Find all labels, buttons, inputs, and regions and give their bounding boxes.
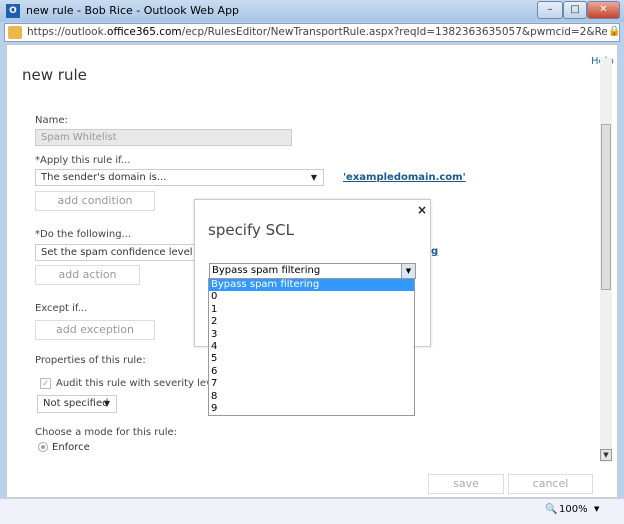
name-input[interactable]: Spam Whitelist — [35, 129, 292, 146]
audit-label: Audit this rule with severity level: — [56, 378, 225, 389]
address-bar[interactable]: https://outlook.office365.com/ecp/RulesE… — [4, 23, 620, 42]
zoom-dropdown-icon[interactable]: ▼ — [594, 505, 599, 513]
action-link[interactable]: g — [431, 246, 438, 257]
close-window-button[interactable]: ✕ — [587, 1, 620, 19]
audit-checkbox[interactable]: ✓ — [40, 378, 51, 389]
scl-option[interactable]: Bypass spam filtering — [209, 279, 414, 292]
do-label: *Do the following... — [35, 229, 132, 240]
scl-option[interactable]: 0 — [209, 291, 414, 303]
scl-option[interactable]: 8 — [209, 391, 414, 403]
domain-link[interactable]: 'exampledomain.com' — [343, 172, 466, 183]
scroll-thumb[interactable] — [601, 124, 611, 290]
scroll-down-icon[interactable]: ▼ — [600, 449, 612, 461]
condition-select[interactable]: The sender's domain is... ▼ — [35, 169, 324, 186]
enforce-radio[interactable] — [38, 442, 48, 452]
scl-option[interactable]: 7 — [209, 378, 414, 390]
page-icon — [8, 26, 22, 39]
add-condition-button[interactable]: add condition — [35, 191, 155, 211]
close-icon[interactable]: × — [417, 203, 427, 217]
enforce-label: Enforce — [52, 442, 90, 453]
add-exception-button[interactable]: add exception — [35, 320, 155, 340]
properties-label: Properties of this rule: — [35, 355, 146, 366]
chevron-down-icon: ▼ — [310, 173, 317, 182]
minimize-button[interactable]: – — [537, 1, 563, 19]
apply-label: *Apply this rule if... — [35, 155, 131, 166]
cancel-button[interactable]: cancel — [508, 474, 593, 494]
except-label: Except if... — [35, 303, 88, 314]
maximize-button[interactable]: □ — [563, 1, 587, 19]
outlook-icon: O — [6, 4, 20, 18]
save-button[interactable]: save — [428, 474, 504, 494]
zoom-icon: 🔍 — [545, 504, 558, 515]
chevron-down-icon: ▼ — [103, 399, 110, 408]
scl-option[interactable]: 6 — [209, 366, 414, 378]
scl-option[interactable]: 2 — [209, 316, 414, 328]
status-bar: 🔍 100% ▼ — [0, 498, 624, 524]
scl-option[interactable]: 4 — [209, 341, 414, 353]
scl-select[interactable]: Bypass spam filtering ▼ — [209, 263, 416, 279]
add-action-button[interactable]: add action — [35, 265, 140, 285]
vertical-scrollbar[interactable]: ▼ — [600, 58, 612, 462]
scl-dropdown-list: Bypass spam filtering 0 1 2 3 4 5 6 7 8 … — [208, 278, 415, 416]
scl-option[interactable]: 1 — [209, 304, 414, 316]
scl-option[interactable]: 9 — [209, 403, 414, 415]
dialog-title: specify SCL — [208, 221, 294, 239]
page-title: new rule — [22, 66, 87, 84]
scl-option[interactable]: 5 — [209, 353, 414, 365]
title-bar: O new rule - Bob Rice - Outlook Web App … — [0, 0, 624, 22]
url-text[interactable]: https://outlook.office365.com/ecp/RulesE… — [27, 26, 607, 38]
mode-label: Choose a mode for this rule: — [35, 427, 178, 438]
name-label: Name: — [35, 115, 68, 126]
scl-option[interactable]: 3 — [209, 329, 414, 341]
window-title: new rule - Bob Rice - Outlook Web App — [26, 4, 240, 17]
severity-select[interactable]: Not specified ▼ — [37, 395, 117, 413]
zoom-level[interactable]: 100% — [559, 504, 588, 515]
chevron-down-icon[interactable]: ▼ — [401, 264, 415, 278]
lock-icon: 🔒 — [608, 26, 621, 37]
